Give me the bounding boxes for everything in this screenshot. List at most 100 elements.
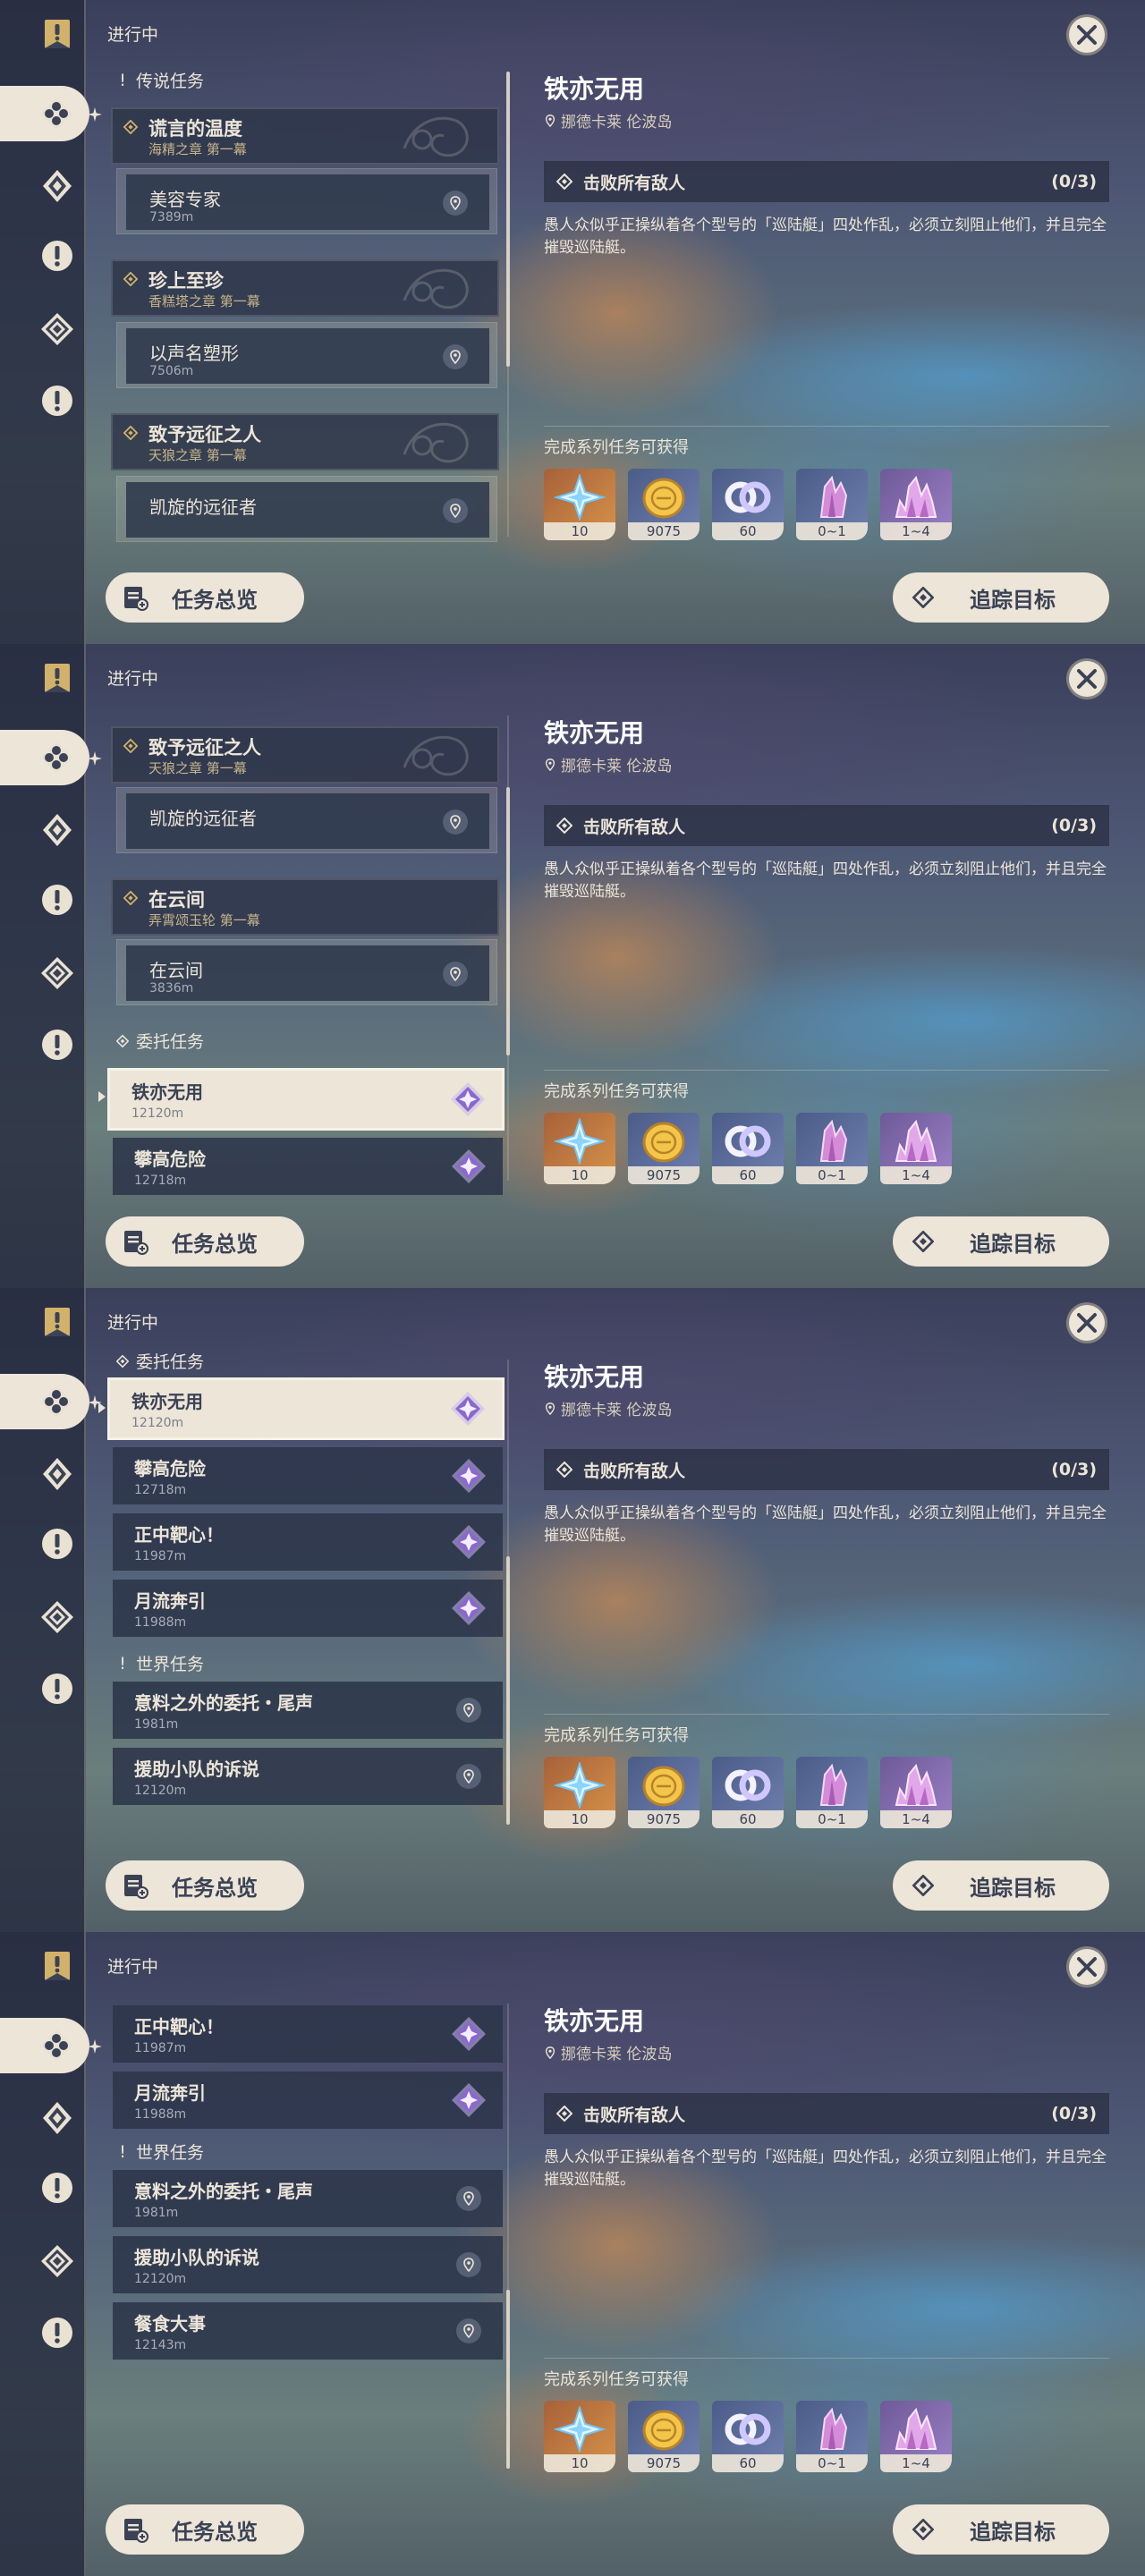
quest-overview-button[interactable]: 任务总览 (106, 1216, 304, 1267)
quest-item[interactable]: 凯旋的远征者 (116, 787, 497, 853)
sidebar-tab-legend[interactable] (0, 730, 89, 785)
commission-item[interactable]: 攀高危险 12718m (113, 1447, 503, 1504)
reward-mora[interactable]: 9075 (628, 1113, 700, 1184)
map-pin-icon[interactable] (456, 2186, 481, 2211)
map-pin-icon[interactable] (456, 1764, 481, 1789)
sidebar-tab-daily[interactable] (36, 809, 79, 852)
scrollbar-thumb[interactable] (506, 1556, 510, 1825)
reward-crystal-chunk[interactable]: 0~1 (796, 1757, 868, 1828)
reward-crystal-cluster[interactable]: 1~4 (880, 2401, 952, 2472)
world-quest-item[interactable]: 意料之外的委托・尾声 1981m (113, 2170, 503, 2227)
close-button[interactable] (1066, 658, 1107, 699)
sidebar-tab-misc[interactable] (36, 1023, 79, 1066)
reward-mora[interactable]: 9075 (628, 1757, 700, 1828)
map-pin-icon[interactable] (443, 191, 468, 216)
close-button[interactable] (1066, 14, 1107, 55)
reward-crystal-cluster[interactable]: 1~4 (880, 1113, 952, 1184)
chapter-title: 致予远征之人 (148, 424, 261, 445)
scrollbar-thumb[interactable] (506, 72, 510, 367)
quest-item[interactable]: 凯旋的远征者 (116, 476, 497, 542)
reward-friendship-exp[interactable]: 60 (712, 1757, 784, 1828)
commission-item-selected[interactable]: 铁亦无用 12120m (107, 1068, 505, 1131)
reward-primogem[interactable]: 10 (544, 2401, 615, 2472)
legend-chapter-3[interactable]: 致予远征之人 天狼之章 第一幕 (111, 726, 499, 784)
quest-overview-button[interactable]: 任务总览 (106, 1860, 304, 1911)
legend-chapter-2[interactable]: 珍上至珍 香糕塔之章 第一幕 (111, 259, 499, 317)
quest-overview-button[interactable]: 任务总览 (106, 2504, 304, 2555)
quest-overview-button[interactable]: 任务总览 (106, 572, 304, 623)
commission-item-selected[interactable]: 铁亦无用 12120m (107, 1377, 505, 1440)
track-target-button[interactable]: 追踪目标 (893, 2504, 1109, 2555)
reward-mora[interactable]: 9075 (628, 469, 700, 540)
reward-primogem[interactable]: 10 (544, 1757, 615, 1828)
quest-item[interactable]: 美容专家 7389m (116, 168, 497, 234)
chapter-subtitle: 香糕塔之章 第一幕 (148, 293, 260, 309)
diamond-icon (912, 2519, 934, 2540)
sidebar-tab-world[interactable] (36, 234, 79, 277)
scrollbar-thumb[interactable] (506, 2290, 510, 2469)
track-target-button[interactable]: 追踪目标 (893, 572, 1109, 623)
map-pin-icon[interactable] (443, 962, 468, 987)
reward-primogem[interactable]: 10 (544, 1113, 615, 1184)
world-quest-item[interactable]: 意料之外的委托・尾声 1981m (113, 1682, 503, 1739)
sidebar-tab-daily[interactable] (36, 165, 79, 208)
sidebar-tab-daily[interactable] (36, 2097, 79, 2140)
close-button[interactable] (1066, 1302, 1107, 1343)
map-pin-icon[interactable] (443, 344, 468, 369)
reward-crystal-chunk[interactable]: 0~1 (796, 469, 868, 540)
sidebar-tab-world[interactable] (36, 2166, 79, 2209)
sidebar-tab-legend[interactable] (0, 2018, 89, 2073)
quest-item[interactable]: 在云间 3836m (116, 939, 497, 1005)
sidebar-tab-world[interactable] (36, 878, 79, 921)
sidebar-tab-world[interactable] (36, 1522, 79, 1565)
reward-crystal-chunk[interactable]: 0~1 (796, 1113, 868, 1184)
sidebar-tab-event[interactable] (36, 952, 79, 995)
sidebar-tab-event[interactable] (36, 308, 79, 351)
sidebar-tab-daily[interactable] (36, 1453, 79, 1496)
reward-friendship-exp[interactable]: 60 (712, 2401, 784, 2472)
map-pin-icon[interactable] (456, 1698, 481, 1723)
reward-crystal-cluster[interactable]: 1~4 (880, 1757, 952, 1828)
sidebar-tab-all-quests[interactable] (36, 13, 79, 55)
sidebar-tab-legend[interactable] (0, 1374, 89, 1429)
sidebar-tab-event[interactable] (36, 2240, 79, 2283)
reward-crystal-chunk[interactable]: 0~1 (796, 2401, 868, 2472)
sidebar-tab-event[interactable] (36, 1596, 79, 1639)
track-target-button[interactable]: 追踪目标 (893, 1860, 1109, 1911)
commission-item[interactable]: 正中靶心！ 11987m (113, 1513, 503, 1571)
daily-quest-icon (39, 168, 75, 204)
map-pin-icon[interactable] (443, 498, 468, 523)
commission-item[interactable]: 正中靶心！ 11987m (113, 2005, 503, 2063)
commission-item[interactable]: 月流奔引 11988m (113, 1580, 503, 1637)
map-pin-icon[interactable] (443, 809, 468, 835)
commission-item[interactable]: 攀高危险 12718m (113, 1138, 503, 1195)
map-pin-icon[interactable] (456, 2318, 481, 2343)
legend-chapter-1[interactable]: 谎言的温度 海精之章 第一幕 (111, 107, 499, 165)
world-quest-item[interactable]: 餐食大事 12143m (113, 2302, 503, 2360)
sidebar-tab-all-quests[interactable] (36, 1945, 79, 1987)
legend-chapter-4[interactable]: 在云间 弄霄颂玉轮 第一幕 (111, 878, 499, 936)
sidebar-tab-misc[interactable] (36, 1667, 79, 1710)
world-quest-item[interactable]: 援助小队的诉说 12120m (113, 1748, 503, 1805)
sidebar-tab-all-quests[interactable] (36, 1301, 79, 1343)
quest-item[interactable]: 以声名塑形 7506m (116, 322, 497, 388)
map-pin-icon[interactable] (456, 2252, 481, 2277)
track-target-button[interactable]: 追踪目标 (893, 1216, 1109, 1267)
reward-crystal-cluster[interactable]: 1~4 (880, 469, 952, 540)
legend-chapter-3[interactable]: 致予远征之人 天狼之章 第一幕 (111, 413, 499, 470)
sidebar-tab-legend[interactable] (0, 86, 89, 141)
close-button[interactable] (1066, 1946, 1107, 1987)
reward-mora[interactable]: 9075 (628, 2401, 700, 2472)
reward-friendship-exp[interactable]: 60 (712, 1113, 784, 1184)
mora-icon (637, 474, 691, 521)
sidebar-tab-misc[interactable] (36, 2311, 79, 2354)
reward-primogem[interactable]: 10 (544, 469, 615, 540)
sidebar-tab-all-quests[interactable] (36, 657, 79, 699)
commission-item[interactable]: 月流奔引 11988m (113, 2072, 503, 2129)
quest-item-title: 以声名塑形 (149, 343, 239, 364)
reward-friendship-exp[interactable]: 60 (712, 469, 784, 540)
sidebar-tab-misc[interactable] (36, 379, 79, 422)
primogem-icon (553, 474, 606, 521)
scrollbar-thumb[interactable] (506, 787, 510, 1055)
world-quest-item[interactable]: 援助小队的诉说 12120m (113, 2236, 503, 2293)
